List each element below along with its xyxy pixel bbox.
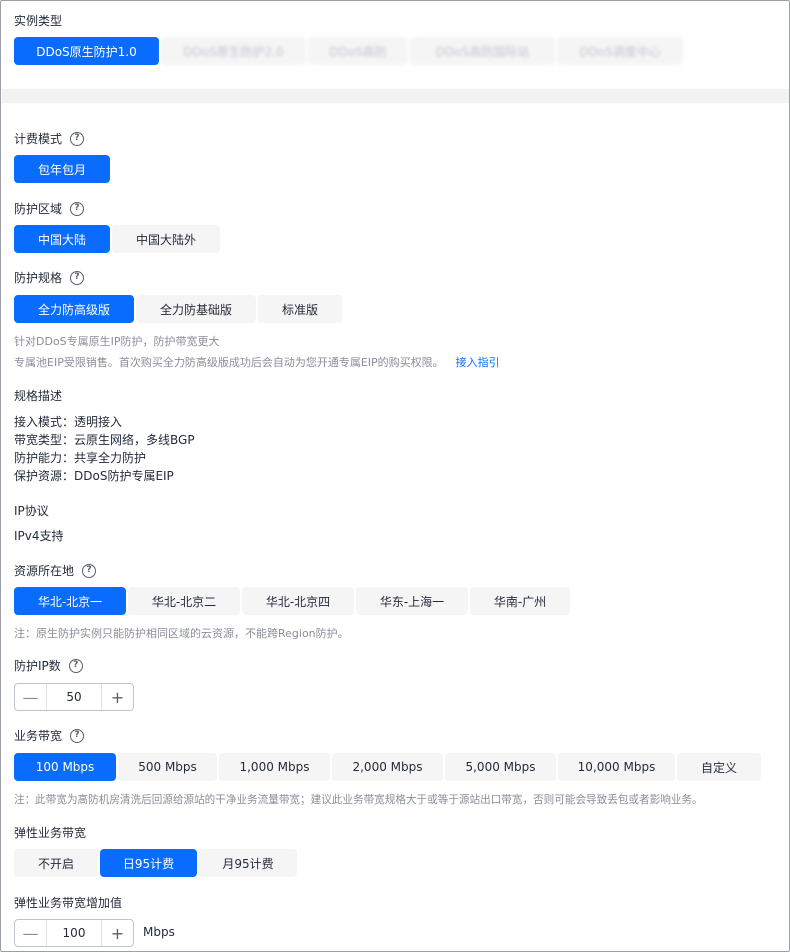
plus-icon[interactable]: + [101, 684, 133, 710]
question-circle-icon[interactable]: ? [70, 270, 85, 285]
question-circle-icon[interactable]: ? [68, 658, 83, 673]
elastic-option-off[interactable]: 不开启 [14, 849, 98, 877]
plus-icon[interactable]: + [101, 920, 133, 946]
ip-protocol-label: IP协议 [14, 504, 49, 518]
spec-desc-line: 带宽类型：云原生网络，多线BGP [14, 433, 195, 447]
ip-count-stepper[interactable]: — 50 + [14, 683, 134, 711]
location-option-beijing-1[interactable]: 华北-北京一 [14, 587, 126, 615]
bandwidth-option-100[interactable]: 100 Mbps [14, 753, 116, 781]
spec-desc-label: 规格描述 [14, 389, 63, 403]
bandwidth-option-5000[interactable]: 5,000 Mbps [445, 753, 556, 781]
bandwidth-option-custom[interactable]: 自定义 [677, 753, 761, 781]
spec-hint: 针对DDoS专属原生IP防护，防护带宽更大 [14, 335, 220, 348]
elastic-increment-input[interactable]: 100 [47, 920, 101, 946]
purchase-form: 实例类型 DDoS原生防护1.0 DDoS原生防护2.0 DDoS高防 DDoS… [0, 0, 790, 952]
spec-option-basic[interactable]: 全力防基础版 [136, 295, 256, 323]
instance-type-option-ddos-native-2[interactable]: DDoS原生防护2.0 [161, 37, 306, 65]
billing-option-yearly-monthly[interactable]: 包年包月 [14, 155, 110, 183]
minus-icon[interactable]: — [15, 920, 47, 946]
instance-type-label: 实例类型 [14, 14, 63, 28]
ip-count-input[interactable]: 50 [47, 684, 101, 710]
elastic-option-daily-95[interactable]: 日95计费 [100, 849, 197, 877]
instance-type-option-ddos-high[interactable]: DDoS高防 [308, 37, 408, 65]
spec-desc-line: 保护资源：DDoS防护专属EIP [14, 469, 174, 483]
instance-type-option-ddos-high-intl[interactable]: DDoS高防国际站 [410, 37, 555, 65]
spec-hint-eip: 专属池EIP受限销售。首次购买全力防高级版成功后会自动为您开通专属EIP的购买权… [14, 356, 500, 369]
elastic-increment-unit: Mbps [143, 925, 175, 939]
question-circle-icon[interactable]: ? [70, 131, 85, 146]
location-option-beijing-2[interactable]: 华北-北京二 [128, 587, 240, 615]
section-divider [2, 89, 789, 103]
location-option-beijing-4[interactable]: 华北-北京四 [242, 587, 354, 615]
location-hint: 注：原生防护实例只能防护相同区域的云资源，不能跨Region防护。 [14, 627, 349, 640]
location-option-shanghai-1[interactable]: 华东-上海一 [356, 587, 468, 615]
billing-label: 计费模式? [14, 130, 85, 147]
elastic-option-monthly-95[interactable]: 月95计费 [199, 849, 297, 877]
location-option-guangzhou[interactable]: 华南-广州 [470, 587, 570, 615]
bandwidth-label: 业务带宽? [14, 727, 85, 744]
elastic-increment-stepper[interactable]: — 100 + [14, 919, 134, 947]
spec-label: 防护规格? [14, 269, 85, 286]
access-guide-link[interactable]: 接入指引 [456, 356, 500, 369]
instance-type-option-ddos-scheduler[interactable]: DDoS调度中心 [557, 37, 683, 65]
region-scope-option-mainland[interactable]: 中国大陆 [14, 225, 110, 253]
spec-desc-line: 接入模式：透明接入 [14, 415, 123, 429]
region-scope-option-outside-mainland[interactable]: 中国大陆外 [112, 225, 220, 253]
bandwidth-option-500[interactable]: 500 Mbps [118, 753, 217, 781]
ip-protocol-value: IPv4支持 [14, 529, 64, 543]
elastic-label: 弹性业务带宽 [14, 826, 87, 840]
location-label: 资源所在地? [14, 562, 97, 579]
spec-option-standard[interactable]: 标准版 [258, 295, 342, 323]
bandwidth-hint: 注：此带宽为高防机房清洗后回源给源站的干净业务流量带宽；建议此业务带宽规格大于或… [14, 794, 703, 806]
bandwidth-option-1000[interactable]: 1,000 Mbps [219, 753, 330, 781]
minus-icon[interactable]: — [15, 684, 47, 710]
bandwidth-option-2000[interactable]: 2,000 Mbps [332, 753, 443, 781]
elastic-increment-label: 弹性业务带宽增加值 [14, 896, 123, 910]
question-circle-icon[interactable]: ? [70, 201, 85, 216]
spec-desc-line: 防护能力：共享全力防护 [14, 451, 147, 465]
spec-option-advanced[interactable]: 全力防高级版 [14, 295, 134, 323]
region-scope-label: 防护区域? [14, 200, 85, 217]
bandwidth-option-10000[interactable]: 10,000 Mbps [558, 753, 675, 781]
question-circle-icon[interactable]: ? [82, 563, 97, 578]
question-circle-icon[interactable]: ? [70, 728, 85, 743]
ip-count-label: 防护IP数? [14, 657, 83, 674]
instance-type-option-ddos-native-1[interactable]: DDoS原生防护1.0 [14, 37, 159, 65]
